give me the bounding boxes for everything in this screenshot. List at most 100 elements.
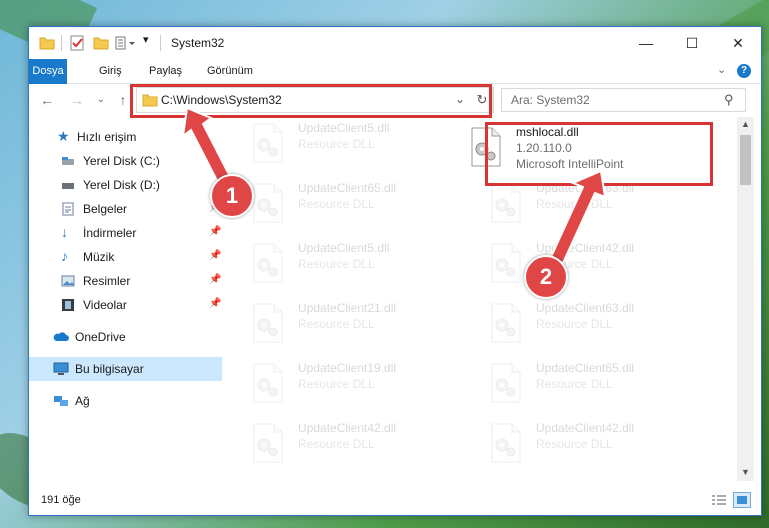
help-icon[interactable]: ? <box>737 64 751 78</box>
sidebar-item-pictures[interactable]: Resimler 📌 <box>29 269 222 293</box>
step-1-badge: 1 <box>210 174 254 218</box>
sidebar-item-label: Bu bilgisayar <box>75 362 144 376</box>
download-icon: ↓ <box>61 224 68 240</box>
maximize-button[interactable]: ☐ <box>669 27 715 59</box>
computer-icon <box>53 362 69 376</box>
forward-arrow-icon[interactable]: → <box>69 92 85 108</box>
drive-icon <box>61 154 75 168</box>
separator <box>160 35 161 51</box>
sidebar-item-downloads[interactable]: ↓ İndirmeler 📌 <box>29 221 222 245</box>
file-name: UpdateClient65.dll <box>298 181 397 195</box>
customize-toolbar-icon[interactable] <box>115 35 137 51</box>
tab-home[interactable]: Giriş <box>89 59 132 83</box>
dll-file-icon <box>251 303 285 343</box>
file-item[interactable]: UpdateClient21.dll Resource DLL <box>241 297 461 349</box>
dll-file-icon <box>489 303 523 343</box>
file-type: Resource DLL <box>536 317 613 331</box>
file-name: UpdateClient19.dll <box>298 361 397 375</box>
sidebar-item-label: Müzik <box>83 250 115 264</box>
step-2-badge: 2 <box>524 255 568 299</box>
item-count: 191 öğe <box>41 494 81 506</box>
dll-file-icon <box>489 423 523 463</box>
sidebar-item-label: Yerel Disk (D:) <box>83 178 160 192</box>
status-bar: 191 öğe <box>29 489 761 513</box>
vertical-scrollbar[interactable]: ▲ ▼ <box>737 117 754 481</box>
dll-file-icon <box>251 423 285 463</box>
file-item[interactable]: UpdateClient63.dll Resource DLL <box>479 297 699 349</box>
details-view-icon[interactable] <box>711 494 727 506</box>
documents-icon <box>61 202 75 216</box>
sidebar-item-music[interactable]: ♪ Müzik 📌 <box>29 245 222 269</box>
file-item[interactable]: UpdateClient42.dll Resource DLL <box>241 417 461 469</box>
file-item[interactable]: UpdateClient5.dll Resource DLL <box>241 117 461 169</box>
pin-icon: 📌 <box>209 250 222 261</box>
sidebar-item-label: Hızlı erişim <box>77 130 137 144</box>
sidebar-item-network[interactable]: Ağ <box>29 389 222 413</box>
file-explorer-window: ▾ System32 — ☐ ✕ Dosya Giriş Paylaş Görü… <box>28 26 762 516</box>
file-type: Resource DLL <box>298 257 375 271</box>
close-icon: ✕ <box>732 35 744 51</box>
file-type: Resource DLL <box>536 377 613 391</box>
sidebar-item-onedrive[interactable]: OneDrive <box>29 325 222 349</box>
pin-icon: 📌 <box>209 274 222 285</box>
sidebar-item-label: OneDrive <box>75 330 126 344</box>
sidebar-item-videos[interactable]: Videolar 📌 <box>29 293 222 317</box>
ribbon: Dosya Giriş Paylaş Görünüm ⌄ ? <box>29 59 761 111</box>
file-type: Resource DLL <box>298 377 375 391</box>
recent-locations-icon[interactable]: ⌄ <box>93 92 109 108</box>
back-arrow-icon[interactable]: ← <box>39 92 55 108</box>
tab-share[interactable]: Paylaş <box>139 59 192 83</box>
file-name: UpdateClient5.dll <box>298 241 390 255</box>
scroll-down-icon[interactable]: ▼ <box>741 467 750 477</box>
file-name: UpdateClient5.dll <box>298 121 390 135</box>
pin-icon: 📌 <box>209 298 222 309</box>
search-input[interactable]: Ara: System32 ⚲ <box>501 88 746 112</box>
minimize-icon: — <box>639 35 653 51</box>
dll-file-icon <box>251 243 285 283</box>
close-button[interactable]: ✕ <box>715 27 761 59</box>
dll-file-icon <box>251 363 285 403</box>
file-item[interactable]: UpdateClient19.dll Resource DLL <box>241 357 461 409</box>
file-type: Resource DLL <box>298 317 375 331</box>
file-item[interactable]: UpdateClient5.dll Resource DLL <box>241 237 461 289</box>
dll-file-icon <box>489 183 523 223</box>
new-folder-icon[interactable] <box>93 35 109 51</box>
star-icon: ★ <box>57 128 70 144</box>
separator <box>61 35 62 51</box>
file-name: UpdateClient63.dll <box>536 301 635 315</box>
tiles-view-icon[interactable] <box>733 492 751 508</box>
up-arrow-icon[interactable]: ↑ <box>115 92 131 108</box>
sidebar-item-label: Ağ <box>75 394 90 408</box>
drive-icon <box>61 178 75 192</box>
scroll-up-icon[interactable]: ▲ <box>741 119 750 129</box>
properties-icon[interactable] <box>69 35 85 51</box>
pin-icon: 📌 <box>209 226 222 237</box>
file-item[interactable]: UpdateClient42.dll Resource DLL <box>479 417 699 469</box>
sidebar-item-this-pc[interactable]: Bu bilgisayar <box>29 357 222 381</box>
search-icon[interactable]: ⚲ <box>724 92 734 108</box>
file-type: Resource DLL <box>536 437 613 451</box>
maximize-icon: ☐ <box>685 35 699 51</box>
expand-ribbon-icon[interactable]: ⌄ <box>717 63 726 76</box>
sidebar-item-label: Resimler <box>83 274 131 288</box>
file-type: Resource DLL <box>298 137 375 151</box>
search-placeholder: Ara: System32 <box>511 93 590 107</box>
file-item[interactable]: UpdateClient65.dll Resource DLL <box>241 177 461 229</box>
chevron-down-icon[interactable]: ▾ <box>143 33 149 49</box>
window-title: System32 <box>171 36 225 50</box>
dll-file-icon <box>489 363 523 403</box>
music-icon: ♪ <box>61 248 68 264</box>
minimize-button[interactable]: — <box>623 27 669 59</box>
videos-icon <box>61 298 75 312</box>
dll-file-icon <box>489 243 523 283</box>
tab-view[interactable]: Görünüm <box>197 59 263 83</box>
file-item[interactable]: UpdateClient65.dll Resource DLL <box>479 357 699 409</box>
sidebar-item-label: Yerel Disk (C:) <box>83 154 160 168</box>
pictures-icon <box>61 274 75 288</box>
file-name: UpdateClient65.dll <box>536 361 635 375</box>
sidebar-item-label: Videolar <box>83 298 127 312</box>
file-name: UpdateClient42.dll <box>298 421 397 435</box>
sidebar-item-label: İndirmeler <box>83 226 137 240</box>
folder-icon[interactable] <box>39 35 55 51</box>
scrollbar-thumb[interactable] <box>740 135 751 185</box>
